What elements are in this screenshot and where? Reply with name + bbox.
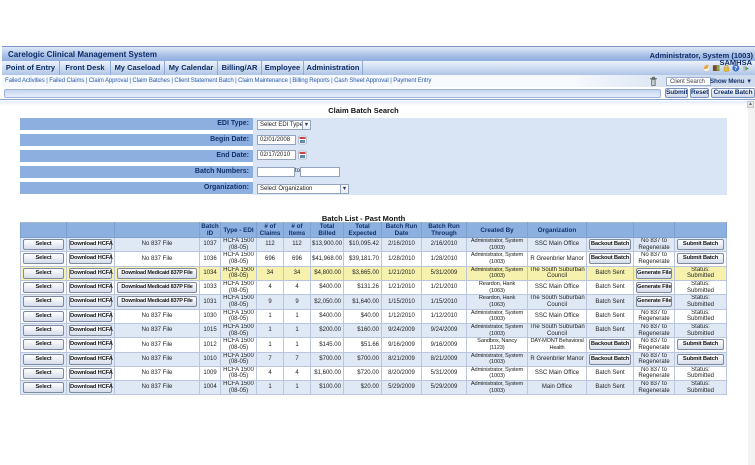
- svg-text:?: ?: [734, 66, 737, 72]
